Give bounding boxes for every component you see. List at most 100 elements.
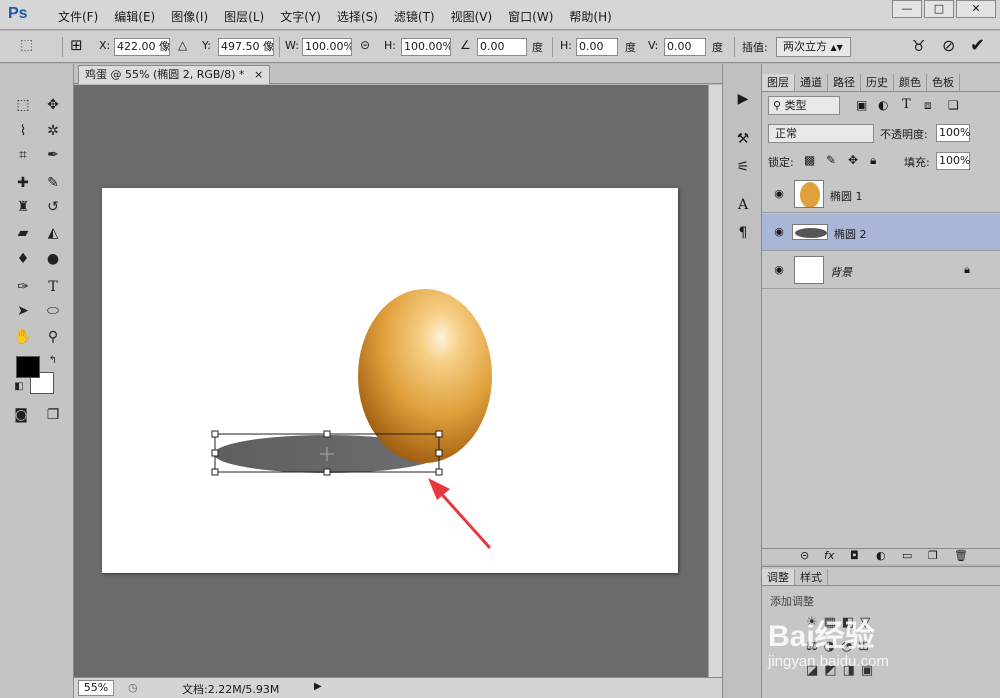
menu-type[interactable]: 文字(Y) (272, 8, 329, 25)
interpolation-select[interactable]: 两次立方 ▲▼ (776, 37, 851, 57)
document-tab[interactable]: 鸡蛋 @ 55% (椭圆 2, RGB/8) * × (78, 65, 271, 84)
quick-mask-icon[interactable]: ◙ (10, 404, 32, 426)
eraser-tool-icon[interactable]: ▰ (12, 222, 34, 244)
layer-name[interactable]: 椭圆 2 (834, 226, 867, 242)
dodge-tool-icon[interactable]: ● (42, 248, 64, 270)
lock-position-icon[interactable]: ✥ (848, 153, 858, 167)
filter-adjustment-icon[interactable]: ◐ (878, 98, 888, 112)
eye-icon[interactable]: ◉ (772, 187, 786, 201)
eye-icon[interactable]: ◉ (772, 263, 786, 277)
tab-styles[interactable]: 样式 (795, 569, 828, 585)
commit-transform-icon[interactable]: ✔ (970, 35, 985, 56)
group-icon[interactable]: ▭ (902, 549, 912, 562)
vskew-field[interactable]: 0.00 (664, 38, 706, 56)
menu-filter[interactable]: 滤镜(T) (386, 8, 443, 25)
menu-file[interactable]: 文件(F) (50, 8, 106, 25)
tab-history[interactable]: 历史 (861, 74, 894, 91)
layer-name[interactable]: 背景 (830, 264, 852, 280)
adjustment-layer-icon[interactable]: ◐ (876, 549, 886, 562)
triangle-icon[interactable]: △ (178, 38, 187, 52)
paint-bucket-icon[interactable]: ◭ (42, 222, 64, 244)
tab-layers[interactable]: 图层 (762, 74, 795, 91)
move-tool-icon[interactable]: ✥ (42, 94, 64, 116)
h-field[interactable]: 100.00% (401, 38, 451, 56)
stamp-tool-icon[interactable]: ♜ (12, 196, 34, 218)
blend-mode-select[interactable]: 正常 (768, 124, 874, 143)
tool-presets-icon[interactable]: ⚒ (731, 128, 755, 150)
pen-tool-icon[interactable]: ✑ (12, 276, 34, 298)
lock-all-icon[interactable]: 🔒︎ (870, 153, 876, 168)
status-menu-icon[interactable]: ▶ (314, 681, 322, 692)
eyedropper-icon[interactable]: ✒ (42, 144, 64, 166)
minimize-button[interactable]: — (892, 0, 922, 18)
lock-transparent-icon[interactable]: ▩ (804, 153, 815, 167)
marquee-tool-icon[interactable]: ⬚ (12, 94, 34, 116)
menu-window[interactable]: 窗口(W) (500, 8, 561, 25)
layer-name[interactable]: 椭圆 1 (830, 188, 863, 204)
screen-mode-icon[interactable]: ❐ (42, 404, 64, 426)
canvas[interactable] (102, 188, 678, 573)
tab-channels[interactable]: 通道 (795, 74, 828, 91)
play-action-icon[interactable]: ▶ (731, 88, 755, 110)
zoom-tool-icon[interactable]: ⚲ (42, 326, 64, 348)
filter-shape-icon[interactable]: ⧈ (924, 98, 932, 113)
fx-icon[interactable]: fx (824, 549, 834, 562)
lasso-tool-icon[interactable]: ⌇ (12, 120, 34, 142)
filter-pixel-icon[interactable]: ▣ (856, 98, 867, 112)
crop-tool-icon[interactable]: ⌗ (12, 144, 34, 166)
tab-adjustments[interactable]: 调整 (762, 569, 795, 585)
layer-filter-select[interactable]: ⚲ 类型 (768, 96, 840, 115)
w-field[interactable]: 100.00% (302, 38, 352, 56)
type-tool-icon[interactable]: T (42, 276, 64, 298)
layer-row[interactable]: ◉ 椭圆 2 (762, 214, 1000, 251)
link-layers-icon[interactable]: ⊝ (800, 549, 809, 562)
close-button[interactable]: ✕ (956, 0, 996, 18)
x-field[interactable]: 422.00 像 (114, 38, 170, 56)
maximize-button[interactable]: □ (924, 0, 954, 18)
tab-paths[interactable]: 路径 (828, 74, 861, 91)
lock-pixels-icon[interactable]: ✎ (826, 153, 836, 167)
warp-icon[interactable]: ♉ (912, 37, 925, 55)
vertical-scrollbar[interactable] (708, 85, 722, 677)
menu-select[interactable]: 选择(S) (329, 8, 386, 25)
menu-edit[interactable]: 编辑(E) (106, 8, 163, 25)
foreground-color-swatch[interactable] (16, 356, 40, 378)
menu-layer[interactable]: 图层(L) (216, 8, 272, 25)
magic-wand-icon[interactable]: ✲ (42, 120, 64, 142)
path-select-icon[interactable]: ➤ (12, 300, 34, 322)
default-colors-icon[interactable]: ◧ (8, 376, 30, 398)
menu-view[interactable]: 视图(V) (443, 8, 501, 25)
link-icon[interactable]: ⊝ (360, 38, 370, 52)
filter-type-icon[interactable]: T (902, 97, 911, 112)
close-tab-icon[interactable]: × (254, 68, 263, 81)
hand-tool-icon[interactable]: ✋ (12, 326, 34, 348)
tab-swatches[interactable]: 色板 (927, 74, 960, 91)
reference-point-icon[interactable]: ⊞ (70, 36, 83, 54)
blur-tool-icon[interactable]: ♦ (12, 248, 34, 270)
paragraph-panel-icon[interactable]: ¶ (731, 222, 755, 244)
menu-help[interactable]: 帮助(H) (561, 8, 619, 25)
opacity-field[interactable]: 100% (936, 124, 970, 142)
add-mask-icon[interactable]: ◘ (850, 549, 859, 562)
eye-icon[interactable]: ◉ (772, 225, 786, 239)
brush-settings-icon[interactable]: ⚟ (731, 156, 755, 178)
swap-colors-icon[interactable]: ↰ (42, 350, 64, 372)
hskew-field[interactable]: 0.00 (576, 38, 618, 56)
filter-smart-icon[interactable]: ❏ (948, 98, 959, 112)
transform-tool-icon[interactable]: ⬚ (20, 37, 33, 53)
status-info-icon[interactable]: ◷ (128, 681, 138, 694)
cancel-transform-icon[interactable]: ⊘ (942, 36, 955, 55)
fill-field[interactable]: 100% (936, 152, 970, 170)
layer-row[interactable]: ◉ 背景 🔒︎ (762, 252, 1000, 289)
layer-row[interactable]: ◉ 椭圆 1 (762, 176, 1000, 213)
new-layer-icon[interactable]: ❐ (928, 549, 938, 562)
brush-tool-icon[interactable]: ✎ (42, 172, 64, 194)
zoom-field[interactable]: 55% (78, 680, 114, 696)
tab-color[interactable]: 颜色 (894, 74, 927, 91)
healing-brush-icon[interactable]: ✚ (12, 172, 34, 194)
y-field[interactable]: 497.50 像 (218, 38, 274, 56)
angle-field[interactable]: 0.00 (477, 38, 527, 56)
ellipse-tool-icon[interactable]: ⬭ (42, 300, 64, 322)
menu-image[interactable]: 图像(I) (163, 8, 216, 25)
history-brush-icon[interactable]: ↺ (42, 196, 64, 218)
